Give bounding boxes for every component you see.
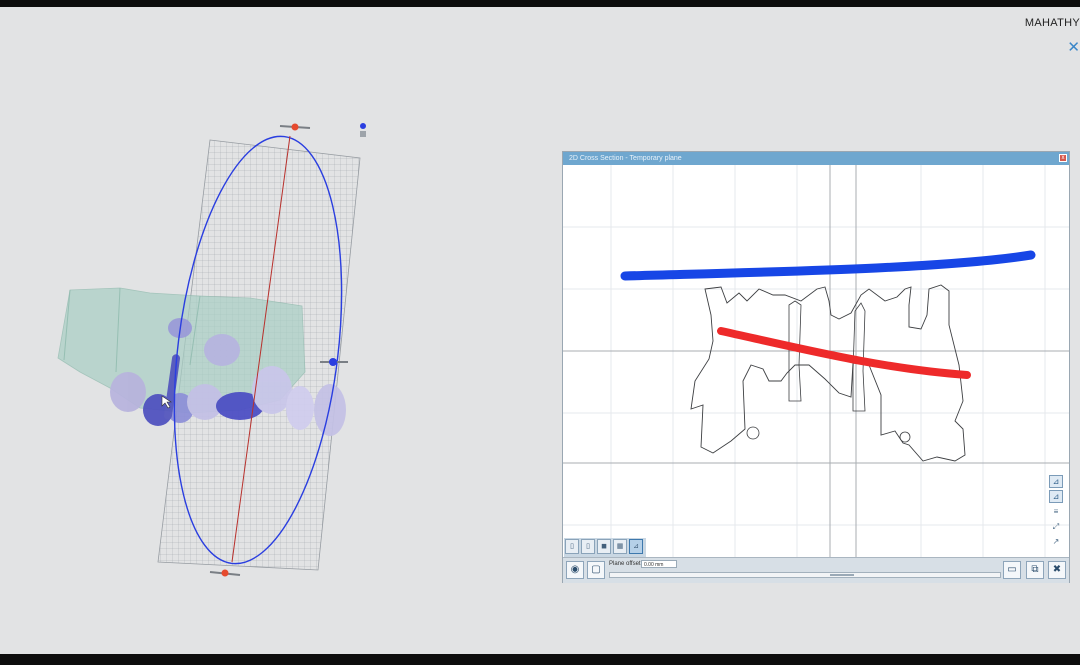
view-tabs: ▯ ▯ ◼ ▦ ⊿ (564, 538, 646, 559)
view-section-tab[interactable]: ⊿ (629, 539, 643, 554)
right-toolbar: ⊿ ⊿ ≡ ⤢ ↗ (1049, 473, 1067, 550)
view-section-icon: ⊿ (633, 543, 639, 550)
top-black-bar (0, 0, 1080, 7)
pick-button[interactable]: ↗ (1049, 535, 1063, 548)
bottom-black-bar (0, 654, 1080, 665)
view-side-icon: ▯ (586, 543, 590, 550)
section-profile-alt-button[interactable]: ⊿ (1049, 490, 1063, 503)
view-3d-tab[interactable]: ▦ (613, 539, 627, 554)
nerve-canal-left (746, 426, 760, 440)
visibility-button[interactable]: ◉ (566, 561, 584, 579)
nerve-canal-right (899, 431, 911, 443)
blue-annotation-line (620, 250, 1036, 281)
view-front-tab[interactable]: ▯ (565, 539, 579, 554)
tooth-delete-icon: ✖ (1052, 564, 1062, 575)
section-grid (563, 165, 1069, 557)
section-bottom-bar: ◉ ▢ Plane offset: 0.00 mm ▭ ⧉ ✖ (563, 557, 1069, 583)
section-axes (563, 165, 1069, 557)
section-profile-icon: ⊿ (1052, 477, 1060, 486)
transform-button[interactable]: ⤢ (1049, 520, 1063, 533)
dialog-title: 2D Cross Section - Temporary plane (569, 155, 682, 162)
top-rotate-handle[interactable] (279, 123, 311, 131)
pick-icon: ↗ (1052, 537, 1060, 546)
section-profile-button[interactable]: ⊿ (1049, 475, 1063, 488)
section-profile-alt-icon: ⊿ (1052, 492, 1060, 501)
view-front-icon: ▯ (570, 543, 574, 550)
view-top-tab[interactable]: ◼ (597, 539, 611, 554)
3d-scene[interactable] (40, 110, 400, 590)
tooth-button[interactable]: ▢ (587, 561, 605, 579)
layers-icon: ≡ (1053, 507, 1059, 516)
plane-offset-slider-thumb[interactable] (830, 574, 854, 576)
dialog-title-bar[interactable]: 2D Cross Section - Temporary plane x (563, 152, 1069, 165)
cross-section-drawing[interactable] (563, 165, 1069, 557)
plane-offset-label: Plane offset: (609, 561, 643, 567)
3d-viewport[interactable] (40, 110, 400, 590)
eye-icon: ◉ (570, 564, 580, 575)
user-name-label: MAHATHY (1024, 17, 1080, 29)
tooth-icon: ▢ (591, 564, 601, 575)
transform-icon: ⤢ (1052, 522, 1060, 531)
cross-section-canvas[interactable] (563, 165, 1069, 557)
cross-section-dialog[interactable]: 2D Cross Section - Temporary plane x ⊿ ⊿… (562, 151, 1070, 583)
view-3d-icon: ▦ (616, 543, 624, 550)
tooth-copy-icon: ⧉ (1031, 564, 1039, 575)
plane-offset-slider[interactable] (609, 572, 1001, 578)
tooth-delete-button[interactable]: ✖ (1048, 561, 1066, 579)
export-icon: ▭ (1007, 564, 1017, 575)
close-icon[interactable]: ✕ (1067, 38, 1080, 56)
view-top-icon: ◼ (601, 543, 607, 550)
tooth-copy-button[interactable]: ⧉ (1026, 561, 1044, 579)
export-button[interactable]: ▭ (1003, 561, 1021, 579)
corner-handle[interactable] (360, 123, 366, 137)
layers-button[interactable]: ≡ (1049, 505, 1063, 518)
red-annotation-line (717, 327, 971, 379)
plane-offset-input[interactable]: 0.00 mm (641, 560, 677, 568)
bottom-rotate-handle[interactable] (209, 569, 241, 577)
dialog-close-button[interactable]: x (1059, 154, 1067, 162)
view-side-tab[interactable]: ▯ (581, 539, 595, 554)
